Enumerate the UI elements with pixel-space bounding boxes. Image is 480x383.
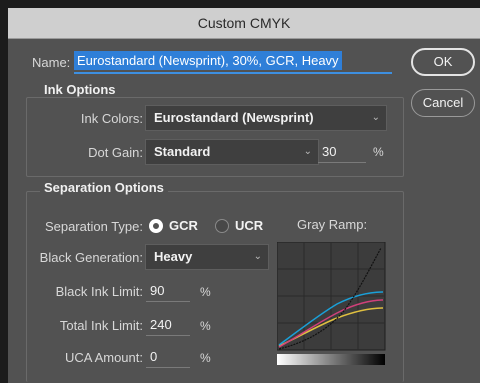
total-ink-limit-label: Total Ink Limit: — [59, 318, 143, 333]
ink-colors-select[interactable]: Eurostandard (Newsprint) ⌄ — [145, 105, 387, 131]
dot-gain-amount-field[interactable]: 30 — [318, 141, 366, 163]
ok-button[interactable]: OK — [411, 48, 475, 76]
gray-ramp-label: Gray Ramp: — [297, 217, 368, 232]
dot-gain-label: Dot Gain: — [88, 145, 143, 160]
gray-ramp-graph — [277, 242, 386, 365]
black-generation-label: Black Generation: — [39, 250, 143, 265]
dialog-titlebar[interactable]: Custom CMYK — [8, 8, 480, 39]
name-value: Eurostandard (Newsprint), 30%, GCR, Heav… — [74, 51, 342, 70]
chevron-down-icon: ⌄ — [253, 251, 262, 262]
total-ink-limit-percent: % — [200, 319, 211, 333]
custom-cmyk-dialog: Custom CMYK Name: Eurostandard (Newsprin… — [8, 8, 480, 383]
black-ink-limit-label: Black Ink Limit: — [55, 284, 143, 299]
total-ink-limit-field[interactable]: 240 — [146, 314, 190, 336]
cancel-button[interactable]: Cancel — [411, 89, 475, 117]
separation-type-label: Separation Type: — [44, 219, 143, 234]
radio-unselected-icon[interactable] — [215, 219, 229, 233]
chevron-down-icon: ⌄ — [303, 146, 312, 157]
separation-options-title: Separation Options — [40, 180, 168, 195]
dialog-title: Custom CMYK — [197, 15, 291, 31]
uca-amount-percent: % — [200, 351, 211, 365]
ink-colors-label: Ink Colors: — [80, 111, 143, 126]
uca-amount-field[interactable]: 0 — [146, 346, 190, 368]
name-label: Name: — [32, 55, 71, 70]
dot-gain-select[interactable]: Standard ⌄ — [145, 139, 319, 165]
radio-selected-icon[interactable] — [149, 219, 163, 233]
ink-colors-value: Eurostandard (Newsprint) — [154, 110, 314, 125]
black-generation-select[interactable]: Heavy ⌄ — [145, 244, 269, 270]
name-field[interactable]: Eurostandard (Newsprint), 30%, GCR, Heav… — [74, 51, 392, 74]
dot-gain-percent: % — [373, 145, 384, 159]
black-ink-limit-percent: % — [200, 285, 211, 299]
black-generation-value: Heavy — [154, 249, 193, 264]
dot-gain-value: Standard — [154, 144, 211, 159]
gray-ramp-gradient-bar — [277, 354, 385, 365]
gcr-radio-label[interactable]: GCR — [169, 218, 198, 233]
chevron-down-icon: ⌄ — [371, 112, 380, 123]
ink-options-title: Ink Options — [40, 82, 120, 97]
black-ink-limit-field[interactable]: 90 — [146, 280, 190, 302]
ucr-radio-label[interactable]: UCR — [235, 218, 263, 233]
uca-amount-label: UCA Amount: — [64, 350, 143, 365]
